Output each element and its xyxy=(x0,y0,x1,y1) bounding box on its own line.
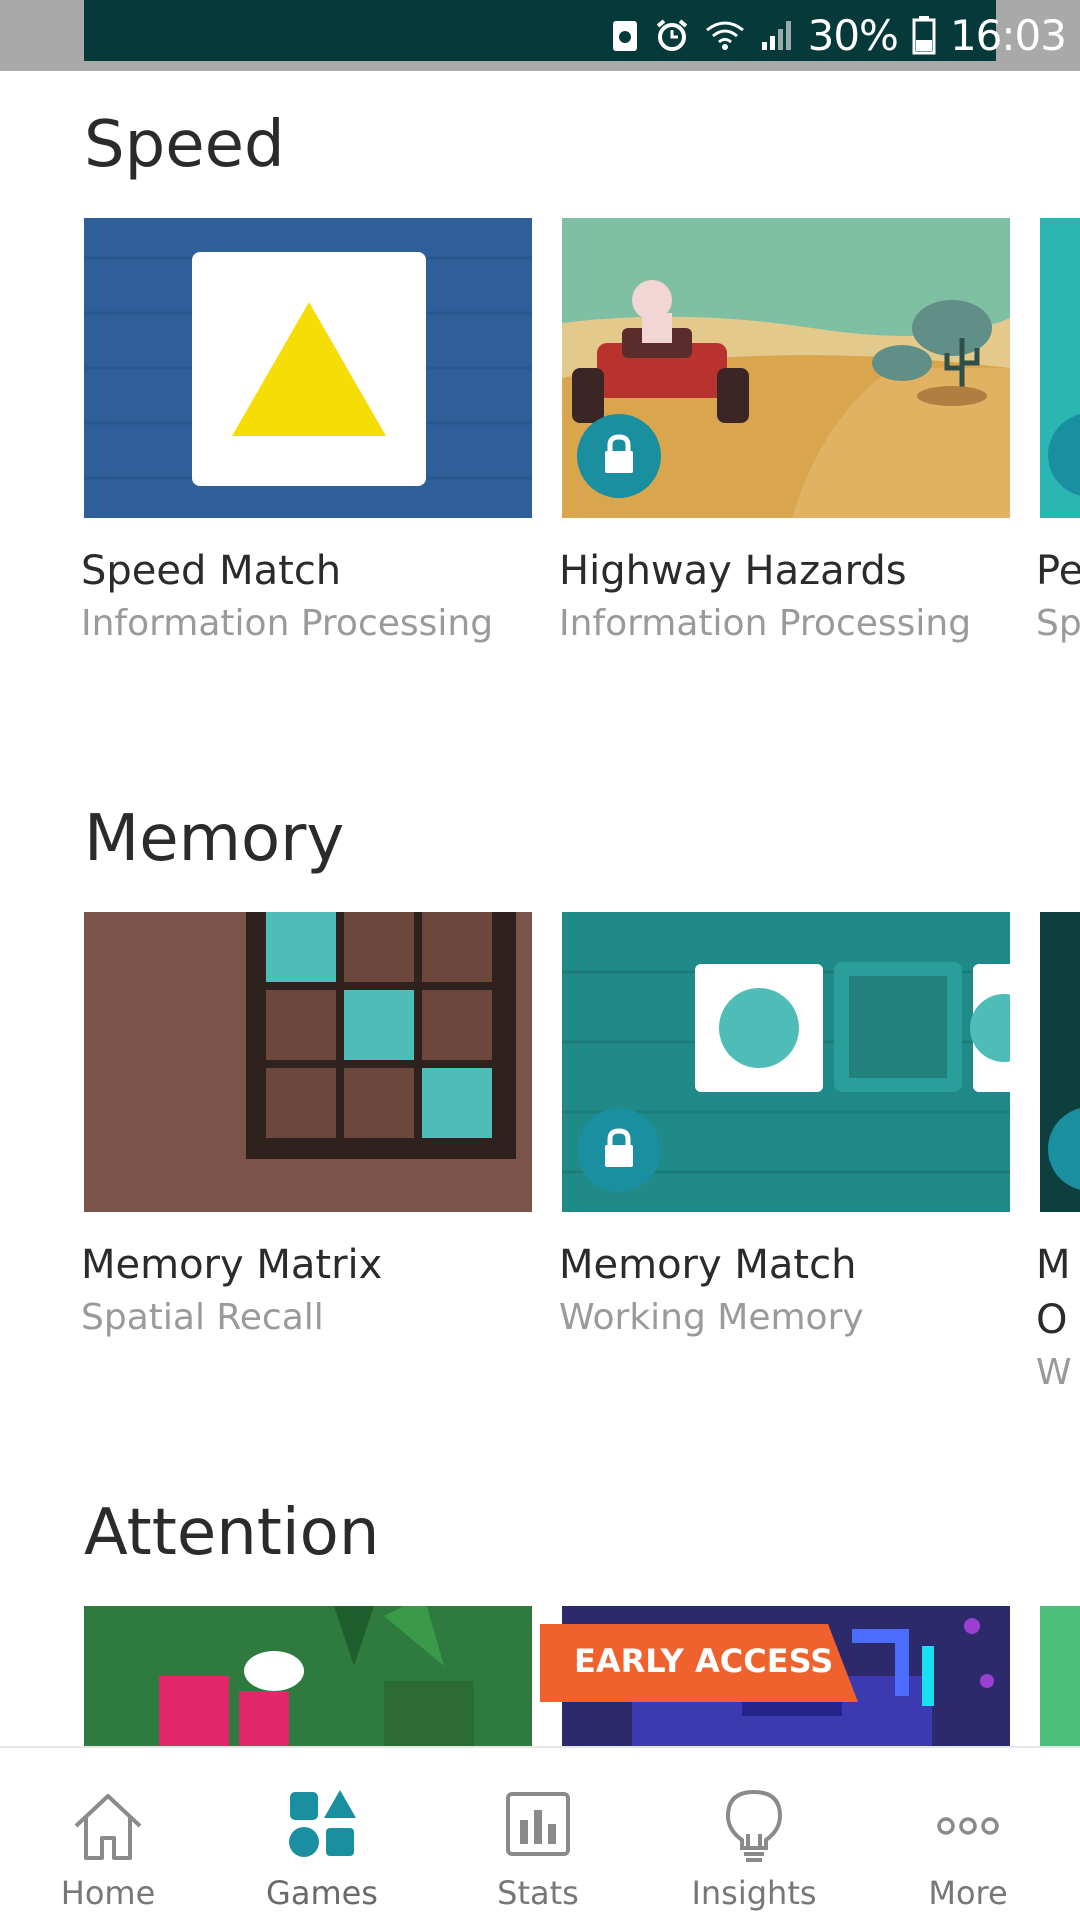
lock-badge xyxy=(577,1108,661,1192)
card-title-peek: M xyxy=(1036,1242,1071,1288)
recycle-icon xyxy=(612,21,637,51)
games-icon xyxy=(289,1790,356,1857)
highway-hazards-thumbnail[interactable] xyxy=(562,218,1010,518)
lock-badge xyxy=(577,414,661,498)
game-card-peek-speed[interactable] xyxy=(1040,218,1080,518)
nav-label-insights: Insights xyxy=(691,1874,817,1912)
game-card-peek-memory[interactable] xyxy=(1040,912,1080,1212)
card-title-peek-line2: O xyxy=(1036,1297,1068,1343)
lock-icon xyxy=(605,434,633,473)
more-icon xyxy=(937,1817,999,1835)
nav-games[interactable]: Games xyxy=(222,1748,422,1922)
nav-label-home: Home xyxy=(60,1874,156,1912)
card-subtitle: Working Memory xyxy=(559,1297,864,1338)
status-icons: 30% 16:03 xyxy=(610,6,1067,64)
memory-matrix-thumbnail[interactable] xyxy=(84,912,532,1212)
stats-icon xyxy=(506,1792,570,1856)
card-subtitle: Information Processing xyxy=(559,603,972,644)
lock-icon xyxy=(605,1128,633,1167)
home-icon xyxy=(74,1794,142,1860)
wifi-icon xyxy=(705,21,744,50)
section-title-memory: Memory xyxy=(84,802,345,876)
card-title: Memory Match xyxy=(559,1242,857,1288)
nav-more[interactable]: More xyxy=(868,1748,1068,1922)
section-title-speed: Speed xyxy=(84,108,285,182)
card-subtitle-peek: W xyxy=(1036,1352,1072,1393)
nav-insights[interactable]: Insights xyxy=(654,1748,854,1922)
battery-icon xyxy=(912,16,936,55)
card-title: Memory Matrix xyxy=(81,1242,383,1288)
section-title-attention: Attention xyxy=(84,1496,380,1570)
alarm-icon xyxy=(656,19,687,51)
speed-match-thumbnail[interactable] xyxy=(84,218,532,518)
card-subtitle: Spatial Recall xyxy=(81,1297,324,1338)
nav-stats[interactable]: Stats xyxy=(438,1748,638,1922)
bottom-navigation: Home Games Stats Insights More xyxy=(0,1746,1080,1922)
clock-time: 16:03 xyxy=(949,10,1067,60)
nav-label-games: Games xyxy=(266,1874,378,1912)
card-subtitle: Information Processing xyxy=(81,603,494,644)
card-subtitle-peek: Sp xyxy=(1036,603,1080,644)
card-title: Highway Hazards xyxy=(559,548,907,594)
nav-label-more: More xyxy=(928,1874,1008,1912)
attention-game-thumbnail-1[interactable] xyxy=(84,1606,532,1746)
signal-icon xyxy=(761,21,791,50)
nav-home[interactable]: Home xyxy=(8,1748,208,1922)
game-card-peek-attention[interactable] xyxy=(1040,1606,1080,1746)
status-bar: 30% 16:03 xyxy=(0,0,1080,71)
early-access-badge: EARLY ACCESS xyxy=(540,1624,860,1702)
memory-match-thumbnail[interactable] xyxy=(562,912,1010,1212)
insights-icon xyxy=(725,1789,783,1862)
nav-label-stats: Stats xyxy=(497,1874,579,1912)
card-title-peek: Pe xyxy=(1036,548,1080,594)
battery-percent: 30% xyxy=(807,10,899,60)
card-title: Speed Match xyxy=(81,548,342,594)
early-access-label: EARLY ACCESS xyxy=(574,1642,834,1680)
